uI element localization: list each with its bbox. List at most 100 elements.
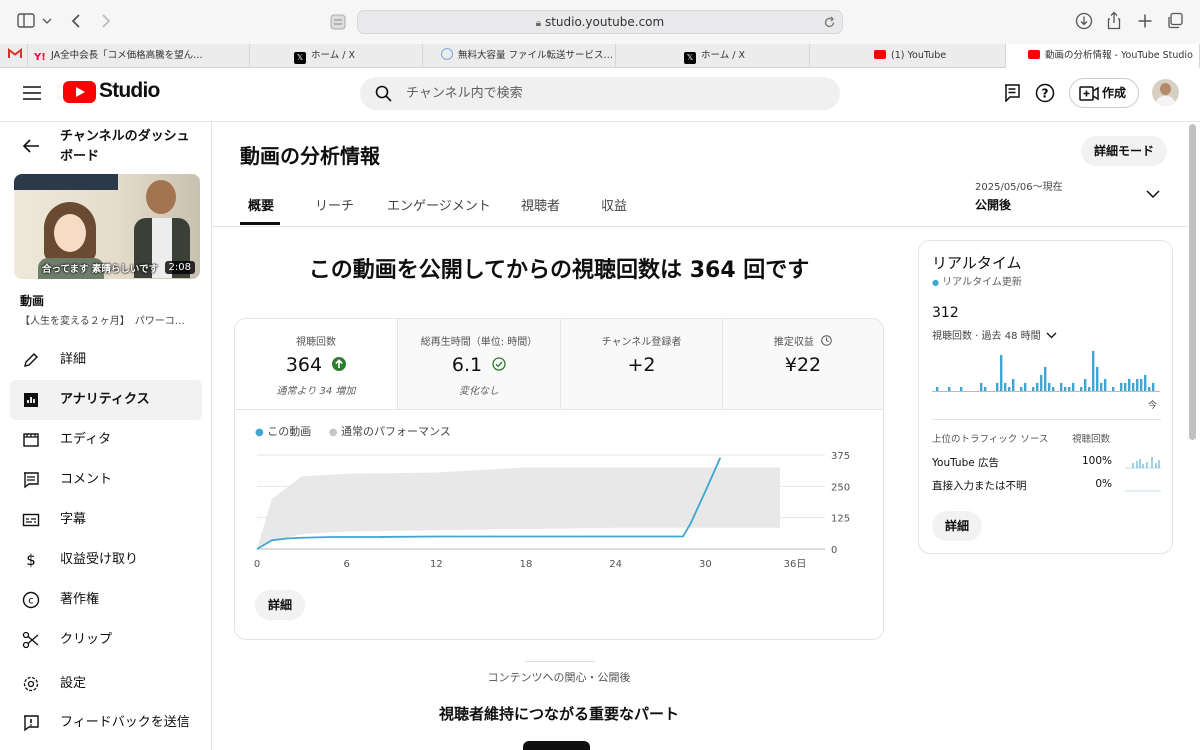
details-button[interactable]: 詳細: [255, 590, 305, 620]
tab-overview-icon[interactable]: [1166, 12, 1184, 30]
kpi-revenue[interactable]: 推定収益 ¥22: [722, 319, 883, 409]
browser-tab[interactable]: 無料大容量 ファイル転送サービス…: [423, 44, 616, 68]
sidebar-item-clips[interactable]: クリップ: [10, 620, 202, 660]
tab-reach[interactable]: リーチ: [315, 195, 354, 214]
realtime-update-label: リアルタイム更新: [942, 277, 1022, 288]
realtime-bar: [936, 387, 939, 391]
realtime-bar: [1052, 387, 1055, 391]
realtime-bar: [1084, 379, 1087, 391]
sidebar-toggle-icon[interactable]: [17, 13, 35, 29]
download-icon[interactable]: [1075, 12, 1093, 30]
section-divider: [525, 661, 595, 662]
menu-icon[interactable]: [23, 86, 41, 100]
avatar[interactable]: [1152, 79, 1179, 106]
browser-tab-active[interactable]: 動画の分析情報 - YouTube Studio: [1006, 44, 1200, 68]
realtime-bar: [1000, 355, 1003, 391]
youtube-favicon: [1028, 50, 1040, 59]
sidebar-item-feedback[interactable]: フィードバックを送信: [10, 703, 202, 743]
realtime-bar: [1012, 379, 1015, 391]
youtube-favicon: [874, 50, 886, 59]
realtime-title: リアルタイム: [932, 254, 1022, 272]
browser-tab[interactable]: 𝕏 ホーム / X: [616, 44, 810, 68]
kpi-divider: [235, 409, 883, 410]
sidebar-item-editor[interactable]: エディタ: [10, 420, 202, 460]
comment-icon: [24, 472, 39, 489]
sidebar-item-details[interactable]: 詳細: [10, 340, 202, 380]
reload-icon[interactable]: [823, 16, 836, 29]
realtime-bar: [960, 387, 963, 391]
share-icon[interactable]: [1106, 11, 1122, 30]
tab-audience[interactable]: 視聴者: [521, 195, 560, 214]
feedback-icon: [24, 715, 39, 732]
logo-text: Studio: [99, 79, 160, 102]
legend-dot-this-video: ●: [255, 427, 264, 438]
legend-dot-typical: ●: [328, 427, 338, 438]
realtime-bar: [1140, 379, 1143, 391]
search-input[interactable]: [406, 77, 826, 110]
comment-feedback-icon[interactable]: [1004, 84, 1020, 102]
headline: この動画を公開してからの視聴回数は 364 回です: [308, 258, 810, 283]
url-field[interactable]: 🔒︎ studio.youtube.com: [357, 10, 843, 34]
kpi-subscribers[interactable]: チャンネル登録者 +2: [560, 319, 722, 409]
realtime-bar: [1060, 383, 1063, 391]
sidebar-item-comments[interactable]: コメント: [10, 460, 202, 500]
views-chart: 375 250 125 0 0 6 12 18 24 30 36日: [254, 451, 850, 570]
tab-revenue[interactable]: 収益: [601, 195, 627, 214]
sidebar-item-subtitles[interactable]: 字幕: [10, 500, 202, 540]
browser-tab[interactable]: (1) YouTube: [810, 44, 1006, 68]
forward-arrow-icon[interactable]: [100, 13, 112, 29]
sidebar-item-copyright[interactable]: c 著作権: [10, 580, 202, 620]
back-arrow-icon[interactable]: [22, 138, 40, 154]
kpi-value: +2: [627, 354, 656, 376]
advanced-mode-button[interactable]: 詳細モード: [1081, 136, 1167, 166]
realtime-bar: [1032, 387, 1035, 391]
tab-engagement[interactable]: エンゲージメント: [387, 195, 491, 214]
section-title: 視聴者維持につながる重要なパート: [438, 705, 679, 723]
sidebar-item-settings[interactable]: 設定: [10, 664, 202, 704]
realtime-bar: [1092, 351, 1095, 391]
new-tab-icon[interactable]: [1137, 13, 1153, 29]
browser-tab[interactable]: 𝕏 ホーム / X: [250, 44, 423, 68]
realtime-bar: [1096, 367, 1099, 391]
kpi-comparison: 変化なし: [459, 386, 499, 397]
scrollbar[interactable]: [1189, 124, 1196, 440]
realtime-details-button[interactable]: 詳細: [932, 511, 982, 541]
partial-button[interactable]: [523, 741, 590, 750]
kpi-views[interactable]: 視聴回数 364 通常より 34 増加: [235, 319, 397, 409]
video-label: 動画: [20, 294, 45, 308]
search-bar[interactable]: [360, 77, 840, 110]
up-arrow-icon: [332, 357, 347, 371]
yahoo-favicon: Y!: [34, 52, 46, 63]
chevron-down-icon[interactable]: [42, 17, 52, 25]
svg-text:$: $: [26, 551, 36, 569]
channel-dashboard-link[interactable]: チャンネルのダッシュボード: [60, 127, 190, 167]
realtime-bar: [1132, 383, 1135, 391]
help-icon[interactable]: ?: [1035, 83, 1055, 103]
pencil-icon: [24, 353, 38, 367]
x-favicon: 𝕏: [294, 52, 306, 64]
copyright-icon: c: [22, 591, 40, 609]
date-range-selector[interactable]: 2025/05/06〜現在 公開後: [975, 178, 1165, 214]
create-button[interactable]: 作成: [1069, 78, 1139, 108]
back-arrow-icon[interactable]: [70, 13, 82, 29]
browser-tab[interactable]: Y! JA全中会長「コメ価格高騰を望ん…: [28, 44, 250, 68]
realtime-bar: [1020, 387, 1023, 391]
realtime-update: ● リアルタイム更新: [932, 273, 1022, 288]
analytics-icon: [24, 393, 38, 407]
realtime-bar: [1044, 367, 1047, 391]
tab-gmail[interactable]: [0, 44, 28, 68]
sidebar-item-earn[interactable]: $ 収益受け取り: [10, 540, 202, 580]
sidebar-item-analytics[interactable]: アナリティクス: [10, 380, 202, 420]
realtime-period-selector[interactable]: 視聴回数 · 過去 48 時間: [932, 327, 1057, 342]
kpi-watch-time[interactable]: 総再生時間（単位: 時間） 6.1 変化なし: [397, 319, 560, 409]
x-favicon: 𝕏: [684, 52, 696, 64]
video-thumbnail[interactable]: 合ってます 素晴らしいです 2:08: [14, 174, 200, 279]
site-settings-icon[interactable]: [330, 14, 346, 30]
tab-overview[interactable]: 概要: [248, 195, 274, 214]
lock-icon: 🔒︎: [535, 18, 542, 29]
x-tick-label: 36日: [784, 559, 807, 570]
realtime-bar: [1144, 375, 1147, 391]
traffic-source-value: 100%: [1081, 455, 1112, 467]
realtime-bar: [1024, 383, 1027, 391]
realtime-bar: [980, 383, 983, 391]
